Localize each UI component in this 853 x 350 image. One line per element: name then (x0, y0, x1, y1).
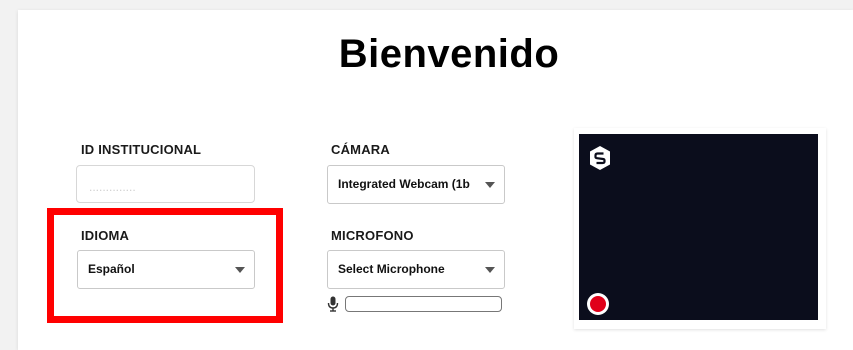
camera-select[interactable]: Integrated Webcam (1b (327, 165, 505, 204)
microphone-select[interactable]: Select Microphone (327, 250, 505, 289)
camera-preview (579, 134, 818, 320)
microphone-level-meter (345, 296, 502, 312)
camera-select-value: Integrated Webcam (1b (338, 177, 470, 191)
microphone-icon (327, 296, 339, 317)
record-icon[interactable] (587, 293, 609, 315)
chevron-down-icon (485, 182, 495, 188)
chevron-down-icon (485, 267, 495, 273)
microphone-select-value: Select Microphone (338, 262, 445, 276)
id-input[interactable]: .............. (76, 165, 255, 203)
highlight-box (47, 208, 283, 323)
microphone-label: MICROFONO (331, 228, 414, 243)
hexagon-logo-icon (588, 145, 612, 176)
page-title: Bienvenido (338, 32, 560, 76)
id-label: ID INSTITUCIONAL (81, 142, 202, 157)
camera-label: CÁMARA (331, 142, 390, 157)
id-input-placeholder: .............. (89, 180, 136, 194)
